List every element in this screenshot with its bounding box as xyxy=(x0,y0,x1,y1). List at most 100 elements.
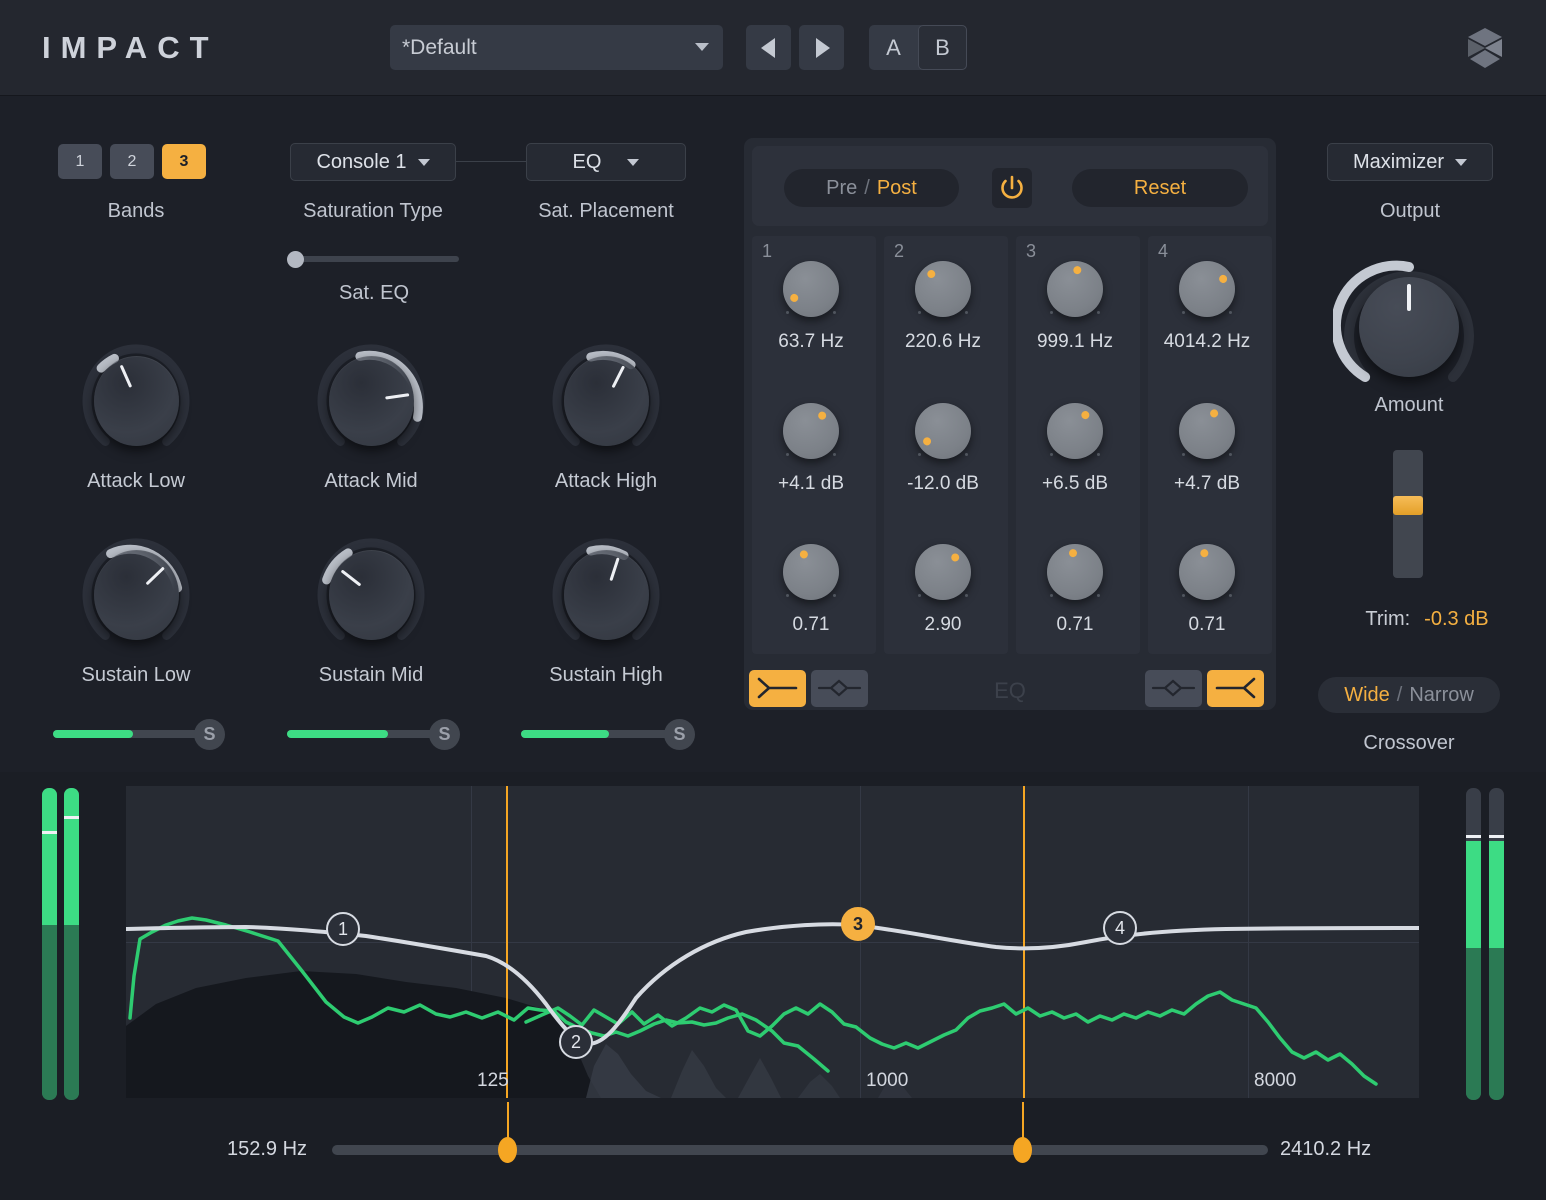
knob-attack-mid[interactable]: Attack Mid xyxy=(307,336,435,464)
sat-eq-label: Sat. EQ xyxy=(274,282,474,305)
chevron-down-icon xyxy=(695,43,709,51)
knob-face xyxy=(564,550,649,640)
eq-band-4-freq-knob[interactable] xyxy=(1179,261,1235,317)
sat-eq-slider-handle[interactable] xyxy=(287,251,304,268)
knob-attack-low[interactable]: Attack Low xyxy=(72,336,200,464)
knob-tick-right-icon xyxy=(965,594,968,597)
output-meter-left-rms xyxy=(1466,948,1481,1100)
toggle-separator: / xyxy=(864,177,870,200)
trim-slider-handle[interactable] xyxy=(1393,496,1423,515)
knob-face xyxy=(329,550,414,640)
output-meter-right xyxy=(1489,788,1504,1100)
eq-band-3-freq-knob[interactable] xyxy=(1047,261,1103,317)
eq-band-4-q-value: 0.71 xyxy=(1142,614,1272,636)
knob-tick-left-icon xyxy=(918,594,921,597)
chevron-down-icon xyxy=(627,159,639,166)
knob-tick-left-icon xyxy=(786,594,789,597)
bands-option-1[interactable]: 1 xyxy=(58,144,102,179)
prev-preset-button[interactable] xyxy=(746,25,791,70)
eq-header: Pre / Post Reset xyxy=(752,146,1268,226)
power-icon xyxy=(992,168,1032,208)
bands-option-2[interactable]: 2 xyxy=(110,144,154,179)
knob-tick-right-icon xyxy=(965,453,968,456)
knob-face xyxy=(94,356,179,446)
eq-node-1[interactable]: 1 xyxy=(326,912,360,946)
spectrum-graph-zone: 1 2 3 4 125 1000 8000 xyxy=(0,772,1546,1200)
crossover-stem-high xyxy=(1022,1102,1024,1140)
solo-button-mid[interactable]: S xyxy=(429,719,460,750)
eq-band-1-gain-knob[interactable] xyxy=(783,403,839,459)
eq-band-4-q-knob[interactable] xyxy=(1179,544,1235,600)
saturation-type-dropdown[interactable]: Console 1 xyxy=(290,143,456,181)
eq-power-button[interactable] xyxy=(992,168,1032,208)
eq-node-4[interactable]: 4 xyxy=(1103,911,1137,945)
amount-knob[interactable] xyxy=(1333,251,1485,403)
knob-sustain-mid[interactable]: Sustain Mid xyxy=(307,530,435,658)
output-meter-right-fill xyxy=(1489,841,1504,948)
crossover-mode-toggle[interactable]: Wide / Narrow xyxy=(1318,677,1500,713)
knob-face xyxy=(564,356,649,446)
sat-placement-dropdown[interactable]: EQ xyxy=(526,143,686,181)
crossover-handle-low[interactable] xyxy=(498,1137,517,1163)
bands-option-3[interactable]: 3 xyxy=(162,144,206,179)
freq-tick-125: 125 xyxy=(477,1070,509,1092)
knob-tick-right-icon xyxy=(965,311,968,314)
preset-selector[interactable]: *Default xyxy=(390,25,723,70)
sat-eq-slider-track[interactable] xyxy=(289,256,459,262)
knob-attack-high-label: Attack High xyxy=(506,470,706,493)
eq-band-2-gain-value: -12.0 dB xyxy=(878,473,1008,495)
eq-band-3-q-knob[interactable] xyxy=(1047,544,1103,600)
app-logo: IMPACT xyxy=(42,30,219,66)
eq-band-1-freq-knob[interactable] xyxy=(783,261,839,317)
knob-sustain-low[interactable]: Sustain Low xyxy=(72,530,200,658)
brand-hex-logo-icon[interactable] xyxy=(1464,26,1506,70)
output-meter-left xyxy=(1466,788,1481,1100)
band-meter-high-fill xyxy=(521,730,609,738)
knob-sustain-high-label: Sustain High xyxy=(506,664,706,687)
eq-band-3-gain-value: +6.5 dB xyxy=(1010,473,1140,495)
eq-response-curve xyxy=(126,786,1419,1098)
knob-tick-right-icon xyxy=(1229,594,1232,597)
crossover-slider-track[interactable] xyxy=(332,1145,1268,1155)
post-label: Post xyxy=(877,177,917,200)
knob-indicator-dot xyxy=(1209,408,1219,418)
knob-sustain-high[interactable]: Sustain High xyxy=(542,530,670,658)
eq-band-3-gain-knob[interactable] xyxy=(1047,403,1103,459)
eq-band-3-q-value: 0.71 xyxy=(1010,614,1140,636)
eq-band-1-q-knob[interactable] xyxy=(783,544,839,600)
knob-tick-right-icon xyxy=(833,453,836,456)
pre-post-toggle[interactable]: Pre / Post xyxy=(784,169,959,207)
plugin-window: IMPACT *Default A B 1 2 3 Band xyxy=(0,0,1546,1200)
crossover-handle-high[interactable] xyxy=(1013,1137,1032,1163)
output-label: Output xyxy=(1310,200,1510,223)
input-meter-left xyxy=(42,788,57,1100)
eq-band-2-q-knob[interactable] xyxy=(915,544,971,600)
eq-node-2[interactable]: 2 xyxy=(559,1025,593,1059)
solo-button-high[interactable]: S xyxy=(664,719,695,750)
output-module-dropdown[interactable]: Maximizer xyxy=(1327,143,1493,181)
eq-band-2-gain-knob[interactable] xyxy=(915,403,971,459)
eq-band-2-freq-knob[interactable] xyxy=(915,261,971,317)
knob-attack-high[interactable]: Attack High xyxy=(542,336,670,464)
ab-button-a[interactable]: A xyxy=(869,25,918,70)
eq-band-3-number: 3 xyxy=(1026,241,1036,262)
knob-indicator-dot xyxy=(1080,410,1091,421)
ab-button-b[interactable]: B xyxy=(918,25,967,70)
solo-button-low[interactable]: S xyxy=(194,719,225,750)
freq-tick-1000: 1000 xyxy=(866,1070,908,1092)
eq-curve-graph[interactable]: 1 2 3 4 125 1000 8000 xyxy=(126,786,1419,1098)
knob-tick-left-icon xyxy=(786,453,789,456)
knob-pointer xyxy=(1407,284,1411,311)
band-meter-mid xyxy=(287,730,447,738)
trim-label: Trim: xyxy=(1365,608,1410,631)
knob-tick-left-icon xyxy=(1050,311,1053,314)
band-meter-mid-fill xyxy=(287,730,388,738)
band-meter-low xyxy=(53,730,213,738)
knob-tick-left-icon xyxy=(1182,311,1185,314)
next-preset-button[interactable] xyxy=(799,25,844,70)
eq-node-3[interactable]: 3 xyxy=(841,907,875,941)
eq-band-1-number: 1 xyxy=(762,241,772,262)
knob-indicator-dot xyxy=(817,410,828,421)
eq-band-4-gain-knob[interactable] xyxy=(1179,403,1235,459)
eq-reset-button[interactable]: Reset xyxy=(1072,169,1248,207)
